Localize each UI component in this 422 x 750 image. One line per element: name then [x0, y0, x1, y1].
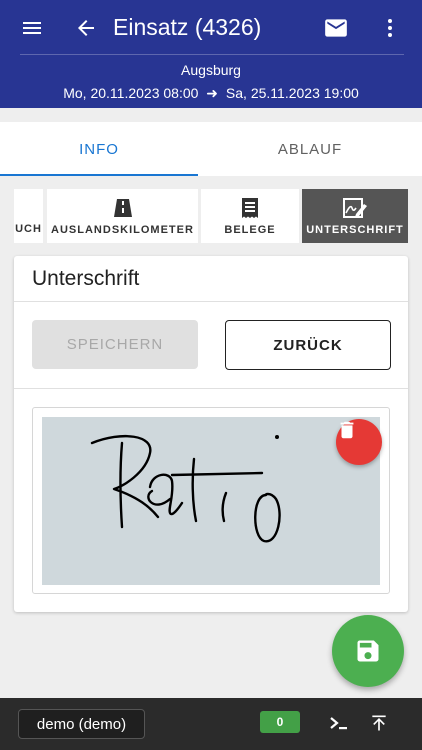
- trash-icon: [340, 421, 354, 439]
- chip-belege[interactable]: BELEGE: [201, 189, 299, 243]
- date-range: Mo, 20.11.2023 08:00 ➜ Sa, 25.11.2023 19…: [0, 84, 422, 102]
- road-icon: [112, 198, 134, 218]
- app-bar-top-row: Einsatz (4326): [0, 0, 422, 54]
- tab-indicator: [0, 174, 198, 176]
- signature-card: Unterschrift SPEICHERN ZURÜCK: [14, 256, 408, 612]
- signature-drawing: [90, 434, 281, 543]
- chip-belege-label: BELEGE: [224, 224, 276, 236]
- app-bar-divider: [20, 54, 404, 55]
- card-divider: [14, 301, 408, 302]
- scroll-top-icon: [372, 715, 386, 731]
- save-fab[interactable]: [332, 615, 404, 687]
- scroll-top-button[interactable]: [366, 710, 392, 736]
- tab-bar: INFO ABLAUF: [0, 122, 422, 176]
- more-vert-icon: [388, 19, 392, 37]
- date-end: Sa, 25.11.2023 19:00: [225, 85, 359, 101]
- receipt-icon: [240, 198, 260, 218]
- page-title: Einsatz (4326): [113, 14, 262, 40]
- chip-unterschrift[interactable]: UNTERSCHRIFT: [302, 189, 408, 243]
- app-bar: Einsatz (4326) Augsburg Mo, 20.11.2023 0…: [0, 0, 422, 108]
- back-text-button[interactable]: ZURÜCK: [225, 320, 391, 370]
- mail-button[interactable]: [316, 8, 356, 48]
- more-button[interactable]: [370, 8, 410, 48]
- card-title: Unterschrift: [32, 267, 140, 290]
- tab-ablauf[interactable]: ABLAUF: [211, 122, 409, 176]
- save-button[interactable]: SPEICHERN: [32, 320, 198, 369]
- terminal-icon: [330, 717, 347, 730]
- section-chip-strip[interactable]: UCH AUSLANDSKILOMETER BELEGE UNTERSCHRIF…: [14, 189, 408, 243]
- menu-icon: [23, 22, 41, 34]
- chip-fahrtenbuch[interactable]: UCH: [14, 189, 43, 243]
- card-divider-2: [14, 388, 408, 389]
- back-button[interactable]: [66, 8, 106, 48]
- tab-info[interactable]: INFO: [0, 122, 198, 176]
- chip-auslandskilometer-label: AUSLANDSKILOMETER: [51, 224, 194, 236]
- location-text: Augsburg: [181, 62, 241, 78]
- date-start: Mo, 20.11.2023 08:00: [63, 85, 199, 101]
- signature-frame: [32, 407, 390, 594]
- chip-unterschrift-label: UNTERSCHRIFT: [306, 224, 404, 236]
- mail-icon: [325, 19, 347, 37]
- arrow-right-icon: ➜: [206, 85, 219, 101]
- signature-icon: [342, 198, 368, 218]
- back-arrow-icon: [78, 20, 94, 36]
- delete-signature-button[interactable]: [336, 419, 382, 465]
- bottom-bar: demo (demo) 0: [0, 698, 422, 750]
- signature-pad[interactable]: [42, 417, 382, 585]
- user-badge[interactable]: demo (demo): [18, 709, 145, 739]
- terminal-button[interactable]: [326, 710, 352, 736]
- save-icon: [357, 640, 379, 662]
- chip-fahrtenbuch-label: UCH: [15, 223, 42, 235]
- chip-auslandskilometer[interactable]: AUSLANDSKILOMETER: [47, 189, 198, 243]
- menu-button[interactable]: [12, 8, 52, 48]
- count-badge[interactable]: 0: [260, 711, 300, 733]
